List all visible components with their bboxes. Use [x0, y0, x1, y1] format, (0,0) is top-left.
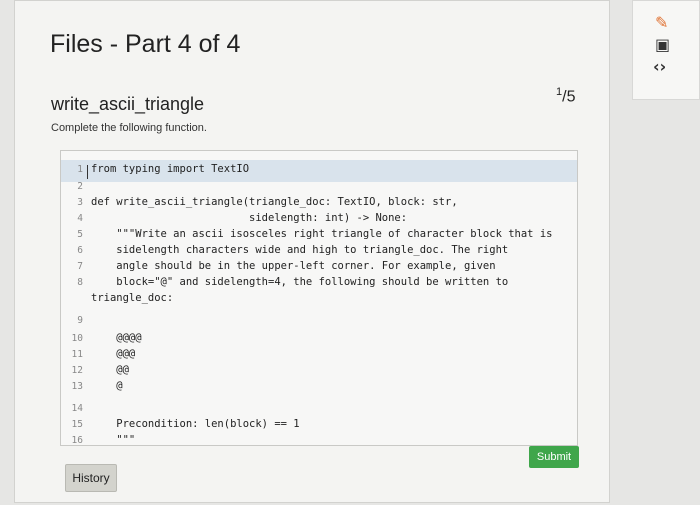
- line-number: 12: [71, 365, 83, 376]
- question-description: Complete the following function.: [51, 122, 207, 134]
- code-line[interactable]: """Write an ascii isosceles right triang…: [91, 228, 552, 244]
- edit-icon[interactable]: ✎: [655, 13, 668, 32]
- line-number: 9: [77, 315, 83, 326]
- code-line[interactable]: sidelength characters wide and high to t…: [91, 244, 508, 260]
- code-icon[interactable]: ‹›: [653, 57, 666, 76]
- page-title: Files - Part 4 of 4: [50, 30, 241, 58]
- points: 1/5: [556, 86, 576, 106]
- code-line[interactable]: @@: [91, 364, 129, 380]
- code-line[interactable]: @@@@: [91, 332, 141, 348]
- code-line[interactable]: triangle_doc:: [91, 292, 173, 308]
- history-button[interactable]: History: [65, 464, 117, 492]
- code-line[interactable]: @: [91, 380, 122, 396]
- text-cursor: [87, 165, 88, 179]
- line-number: 16: [71, 435, 83, 446]
- submit-button[interactable]: Submit: [529, 446, 579, 468]
- save-icon[interactable]: ▣: [655, 35, 670, 54]
- code-line[interactable]: sidelength: int) -> None:: [91, 212, 407, 228]
- code-editor[interactable]: 1 from typing import TextIO 2 3 def write_as…: [60, 150, 578, 446]
- line-number: 8: [77, 277, 83, 288]
- line-number: 10: [71, 333, 83, 344]
- line-number: 11: [71, 349, 83, 360]
- line-number: 1: [77, 164, 83, 175]
- line-number: 7: [77, 261, 83, 272]
- code-line[interactable]: Precondition: len(block) == 1: [91, 418, 299, 434]
- code-line[interactable]: angle should be in the upper-left corner…: [91, 260, 495, 276]
- code-line[interactable]: from typing import TextIO: [91, 163, 249, 179]
- line-number: 14: [71, 403, 83, 414]
- line-number: 15: [71, 419, 83, 430]
- line-number: 3: [77, 197, 83, 208]
- line-number: 6: [77, 245, 83, 256]
- question-name: write_ascii_triangle: [51, 94, 205, 114]
- line-number: 2: [77, 181, 83, 192]
- code-line[interactable]: """: [91, 434, 135, 445]
- code-line[interactable]: @@@: [91, 348, 135, 364]
- line-number: 4: [77, 213, 83, 224]
- line-number: 13: [71, 381, 83, 392]
- code-line[interactable]: block="@" and sidelength=4, the followin…: [91, 276, 508, 292]
- code-line[interactable]: def write_ascii_triangle(triangle_doc: T…: [91, 196, 458, 212]
- sidebar-tools: ✎ ▣ ‹›: [632, 0, 700, 100]
- line-number: 5: [77, 229, 83, 240]
